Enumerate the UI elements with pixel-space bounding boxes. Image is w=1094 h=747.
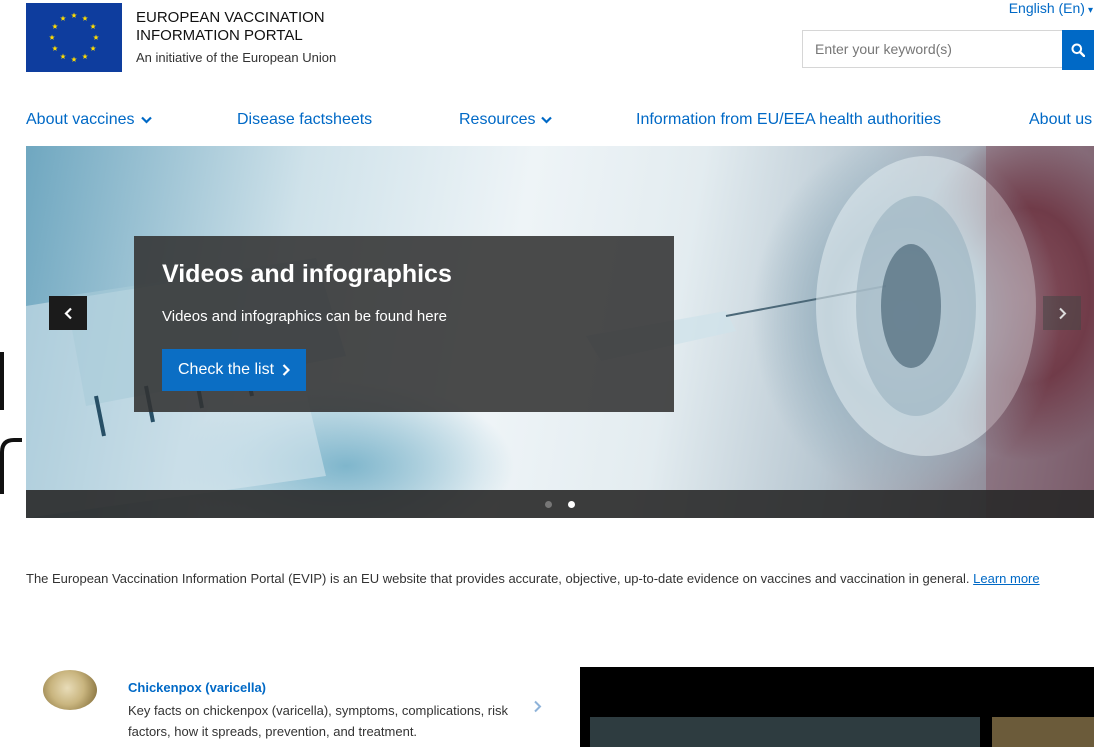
carousel-dot-2[interactable] [568,500,575,508]
carousel-next-button[interactable] [1043,296,1081,330]
learn-more-link[interactable]: Learn more [973,571,1039,586]
check-the-list-button[interactable]: Check the list [162,349,307,391]
eu-flag-icon[interactable] [26,3,122,72]
video-frame [590,717,980,747]
nav-about-us[interactable]: About us [1029,111,1092,129]
intro-paragraph: The European Vaccination Information Por… [26,568,1090,589]
nav-label: About vaccines [26,111,135,128]
flag-star [60,53,66,59]
search-input[interactable] [802,30,1064,68]
caret-down-icon: ▾ [1087,5,1093,16]
hero-text: Videos and infographics can be found her… [162,308,447,325]
hero-caption: Videos and infographics Videos and infog… [134,236,674,412]
flag-star [60,15,66,21]
intro-text: The European Vaccination Information Por… [26,571,974,586]
chevron-left-icon [63,307,72,319]
video-frame [992,717,1094,747]
carousel-indicators [26,490,1094,518]
hero-title: Videos and infographics [162,260,452,288]
chevron-right-icon[interactable] [533,700,542,713]
nav-disease-factsheets[interactable]: Disease factsheets [237,111,372,129]
chevron-right-icon [1058,307,1066,319]
brand-subtitle: An initiative of the European Union [136,50,337,65]
hero-carousel: Videos and infographics Videos and infog… [26,146,1094,518]
flag-star [52,45,58,51]
flag-star [82,15,88,21]
nav-label: Resources [459,111,536,128]
search-button[interactable] [1062,30,1094,70]
flag-star [93,34,99,40]
language-selector[interactable]: English (En) ▾ [1009,0,1093,16]
flag-star [52,23,58,29]
chevron-down-icon [541,116,553,124]
nav-about-vaccines[interactable]: About vaccines [26,111,152,129]
hero-button-label: Check the list [178,361,275,378]
chevron-right-icon [282,364,291,376]
chickenpox-link[interactable]: Chickenpox (varicella) [128,680,266,695]
nav-label: Disease factsheets [237,111,373,128]
video-player[interactable] [580,667,1094,747]
carousel-prev-button[interactable] [49,296,87,330]
flag-star [71,12,77,18]
flag-star [90,45,96,51]
flag-star [49,34,55,40]
nav-resources[interactable]: Resources [459,111,553,129]
nav-eu-health-authorities[interactable]: Information from EU/EEA health authoriti… [636,111,941,129]
chevron-down-icon [140,116,152,124]
overlay-glyph-bar [0,352,4,410]
brand-title-line1: EUROPEAN VACCINATION [136,9,325,26]
nav-label: Information from EU/EEA health authoriti… [636,111,942,128]
brand-block[interactable]: EUROPEAN VACCINATION INFORMATION PORTAL … [136,9,336,67]
brand-title-line2: INFORMATION PORTAL [136,27,303,44]
main-nav: About vaccines Disease factsheets Resour… [26,111,1094,135]
overlay-glyph-r [0,438,22,494]
search-bar [802,30,1094,70]
flag-star [71,56,77,62]
nav-label: About us [1029,111,1093,128]
flag-star [82,53,88,59]
chickenpox-thumbnail[interactable] [43,670,97,710]
carousel-dot-1[interactable] [545,500,552,508]
language-label: English (En) [1008,0,1085,16]
search-icon [1071,43,1085,57]
flag-star [90,23,96,29]
chickenpox-description: Key facts on chickenpox (varicella), sym… [128,703,509,739]
